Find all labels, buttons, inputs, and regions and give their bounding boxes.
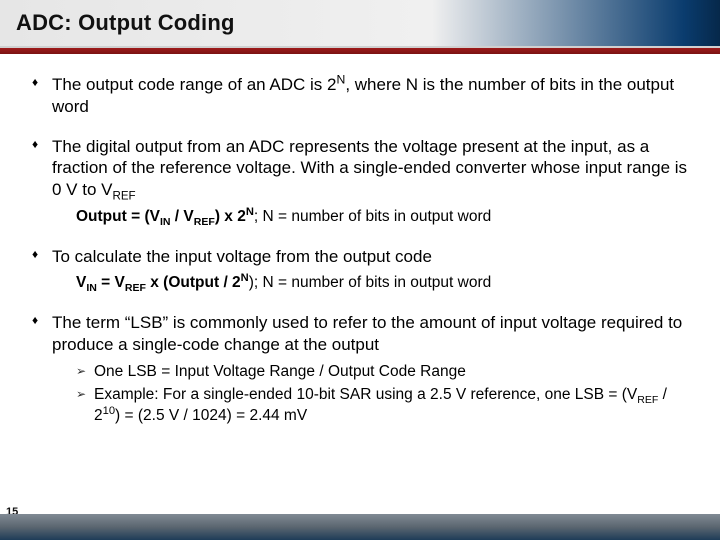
bullet-item: The term “LSB” is commonly used to refer… (28, 312, 692, 426)
formula-part: ) x 2 (215, 208, 246, 225)
formula-part: = V (97, 274, 125, 291)
sub-item: Example: For a single-ended 10-bit SAR u… (76, 385, 692, 427)
accent-bar (0, 48, 720, 54)
subscript: REF (125, 283, 146, 295)
subscript: IN (86, 283, 97, 295)
bullet-list: The output code range of an ADC is 2N, w… (28, 74, 692, 427)
slide-content: The output code range of an ADC is 2N, w… (0, 62, 720, 514)
subscript: REF (637, 394, 658, 406)
bullet-item: The output code range of an ADC is 2N, w… (28, 74, 692, 118)
sub-list: One LSB = Input Voltage Range / Output C… (76, 362, 692, 427)
sub-text: ) = (2.5 V / 1024) = 2.44 mV (115, 407, 307, 424)
sub-item: One LSB = Input Voltage Range / Output C… (76, 362, 692, 383)
bullet-item: The digital output from an ADC represent… (28, 136, 692, 228)
formula-text: VIN = VREF x (Output / 2N); N = number o… (76, 273, 692, 294)
formula-part: V (76, 274, 86, 291)
superscript: 10 (103, 405, 115, 417)
slide-title: ADC: Output Coding (16, 10, 235, 36)
title-bar: ADC: Output Coding (0, 0, 720, 48)
subscript: IN (160, 216, 171, 228)
superscript: N (246, 206, 254, 218)
bullet-text: The output code range of an ADC is 2 (52, 75, 336, 94)
bullet-text: The digital output from an ADC represent… (52, 137, 687, 200)
subscript: REF (112, 190, 135, 202)
superscript: N (241, 272, 249, 284)
bullet-text: To calculate the input voltage from the … (52, 247, 432, 266)
bullet-item: To calculate the input voltage from the … (28, 246, 692, 295)
sub-text: One LSB = Input Voltage Range / Output C… (94, 363, 466, 380)
formula-tail: ; N = number of bits in output word (254, 208, 491, 225)
slide: ADC: Output Coding The output code range… (0, 0, 720, 540)
formula-tail: ); N = number of bits in output word (249, 274, 492, 291)
superscript: N (336, 72, 345, 86)
formula-part: / V (170, 208, 193, 225)
formula-text: Output = (VIN / VREF) x 2N; N = number o… (76, 207, 692, 228)
formula-part: Output = (V (76, 208, 160, 225)
footer-bar (0, 514, 720, 540)
sub-text: Example: For a single-ended 10-bit SAR u… (94, 386, 637, 403)
formula-part: x (Output / 2 (146, 274, 241, 291)
subscript: REF (194, 216, 215, 228)
bullet-text: The term “LSB” is commonly used to refer… (52, 313, 682, 354)
